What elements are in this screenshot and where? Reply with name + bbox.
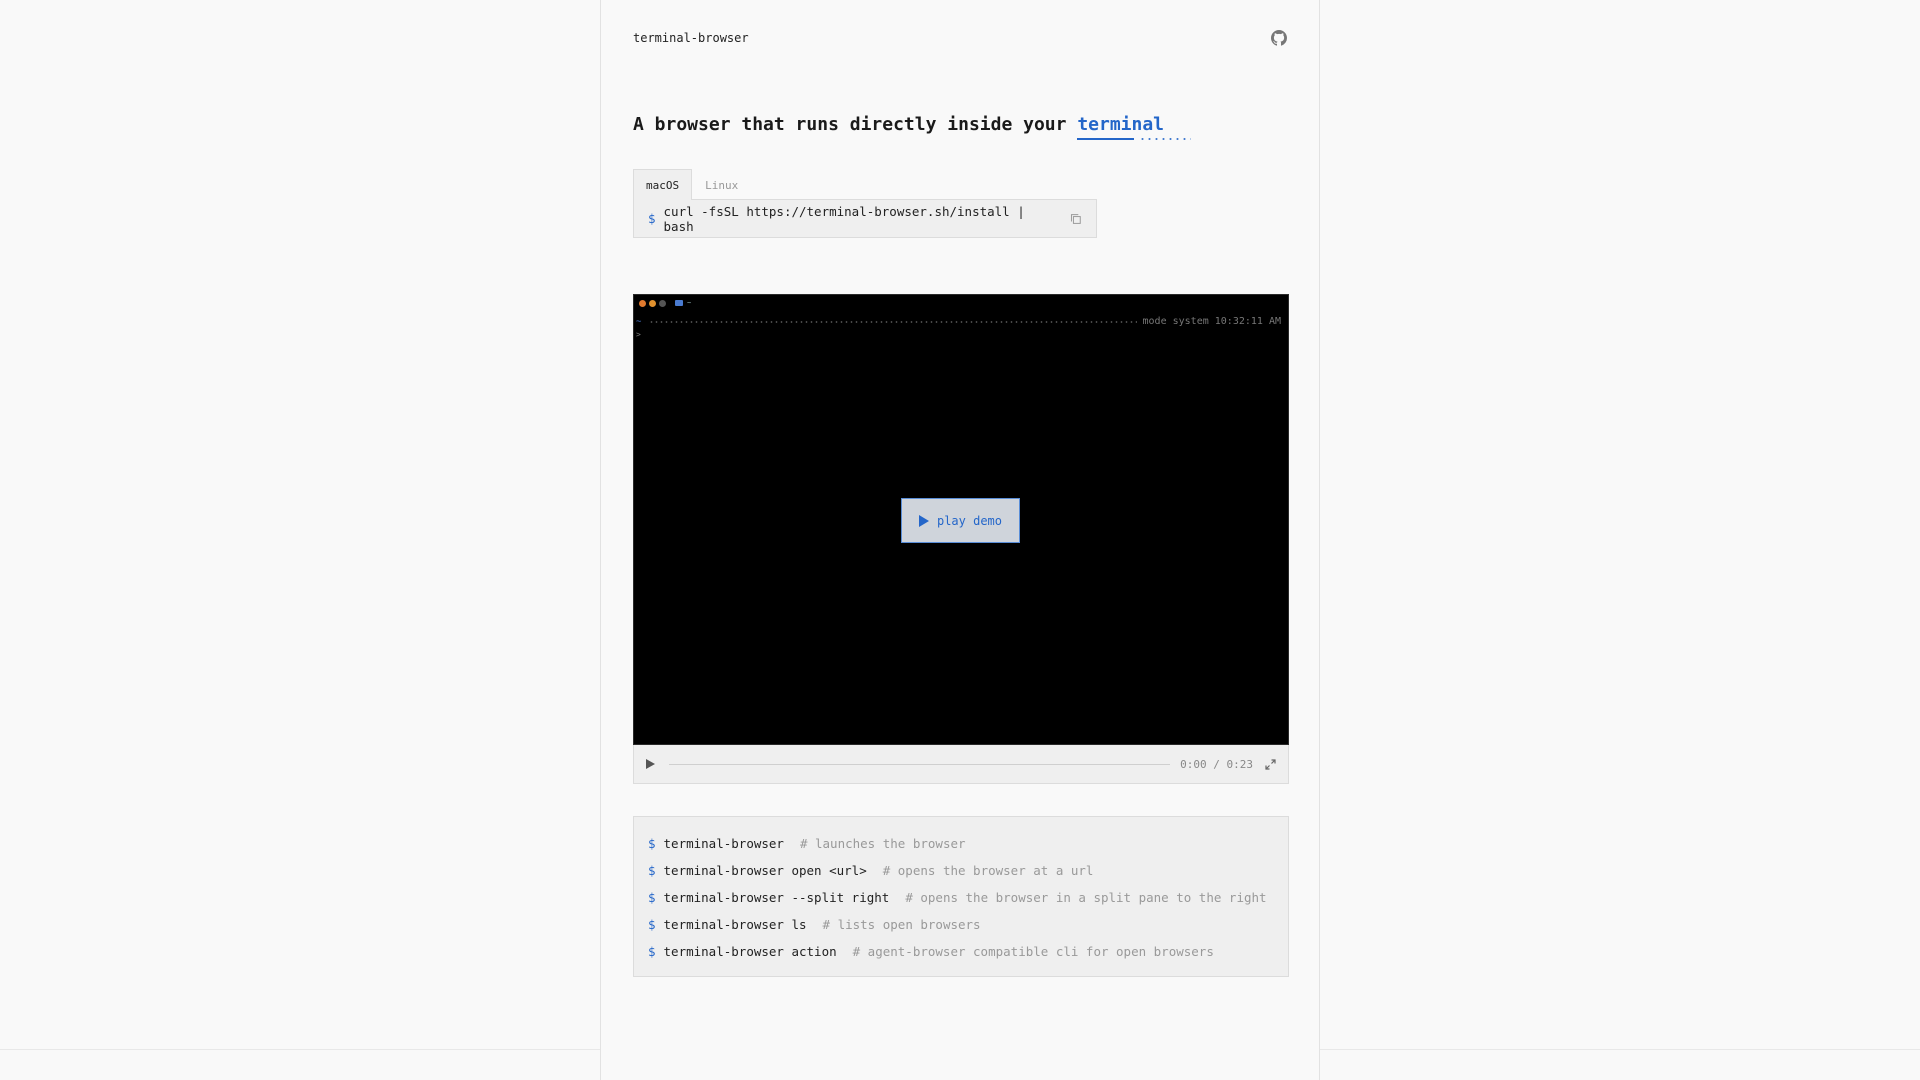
terminal-status-row: ~ mode system 10:32:11 AM [636, 316, 1281, 327]
brand-name[interactable]: terminal-browser [633, 31, 749, 45]
usage-comment: # lists open browsers [822, 917, 981, 932]
window-dot-icon [639, 299, 646, 307]
terminal-cwd: ~ [636, 316, 642, 327]
prompt-symbol: $ [648, 890, 656, 905]
usage-command[interactable]: terminal-browser action [664, 944, 837, 959]
os-tabs: macOS Linux [633, 169, 1097, 200]
usage-row: $ terminal-browser open <url> # opens th… [648, 857, 1274, 884]
usage-command[interactable]: terminal-browser [664, 836, 784, 851]
player-controls: 0:00 / 0:23 [633, 745, 1289, 784]
headline-accent: terminal [1077, 114, 1192, 140]
terminal-prompt: > [636, 330, 641, 339]
play-icon [918, 514, 929, 527]
prompt-symbol: $ [648, 836, 656, 851]
usage-examples: $ terminal-browser # launches the browse… [633, 816, 1289, 977]
terminal-tab-bar: ~ [639, 299, 691, 307]
prompt-symbol: $ [648, 917, 656, 932]
demo-player: ~ ~ mode system 10:32:11 AM > play demo … [633, 294, 1289, 784]
usage-row: $ terminal-browser --split right # opens… [648, 884, 1274, 911]
progress-bar[interactable] [669, 763, 1171, 765]
usage-comment: # opens the browser in a split pane to t… [905, 890, 1267, 905]
headline-accent-word: terminal [1077, 114, 1165, 135]
accent-underline [1077, 138, 1135, 140]
play-demo-button[interactable]: play demo [901, 498, 1020, 543]
usage-comment: # launches the browser [799, 836, 966, 851]
install-command-box: $ curl -fsSL https://terminal-browser.sh… [633, 199, 1097, 238]
play-icon[interactable] [646, 759, 655, 769]
terminal-screen[interactable]: ~ ~ mode system 10:32:11 AM > play demo [633, 294, 1289, 745]
prompt-symbol: $ [648, 211, 656, 226]
usage-comment: # opens the browser at a url [882, 863, 1094, 878]
window-dot-icon [659, 299, 666, 307]
tab-linux[interactable]: Linux [692, 169, 751, 200]
folder-label: ~ [687, 299, 692, 307]
main-column: terminal-browser A browser that runs dir… [600, 0, 1320, 1080]
copy-icon[interactable] [1070, 213, 1082, 225]
usage-row: $ terminal-browser # launches the browse… [648, 830, 1274, 857]
usage-row: $ terminal-browser ls # lists open brows… [648, 911, 1274, 938]
play-demo-label: play demo [936, 513, 1003, 528]
usage-row: $ terminal-browser action # agent-browse… [648, 938, 1274, 965]
usage-command[interactable]: terminal-browser --split right [664, 890, 890, 905]
page-title: A browser that runs directly inside your… [633, 114, 1192, 140]
usage-command[interactable]: terminal-browser open <url> [664, 863, 867, 878]
site-header: terminal-browser [633, 30, 1287, 46]
accent-underline-dots [1139, 138, 1192, 140]
install-command[interactable]: curl -fsSL https://terminal-browser.sh/i… [664, 204, 1054, 234]
fullscreen-icon[interactable] [1265, 758, 1276, 770]
usage-command[interactable]: terminal-browser ls [664, 917, 807, 932]
time-readout: 0:00 / 0:23 [1180, 757, 1253, 771]
folder-icon [675, 300, 683, 306]
status-leader-dots [649, 320, 1137, 323]
prompt-symbol: $ [648, 863, 656, 878]
window-dot-icon [649, 299, 656, 307]
terminal-status: mode system 10:32:11 AM [1142, 316, 1281, 327]
github-icon[interactable] [1271, 30, 1287, 46]
install-block: macOS Linux $ curl -fsSL https://termina… [633, 169, 1097, 238]
usage-comment: # agent-browser compatible cli for open … [852, 944, 1214, 959]
prompt-symbol: $ [648, 944, 656, 959]
tab-macos[interactable]: macOS [633, 169, 693, 200]
headline-text: A browser that runs directly inside your [633, 114, 1067, 135]
